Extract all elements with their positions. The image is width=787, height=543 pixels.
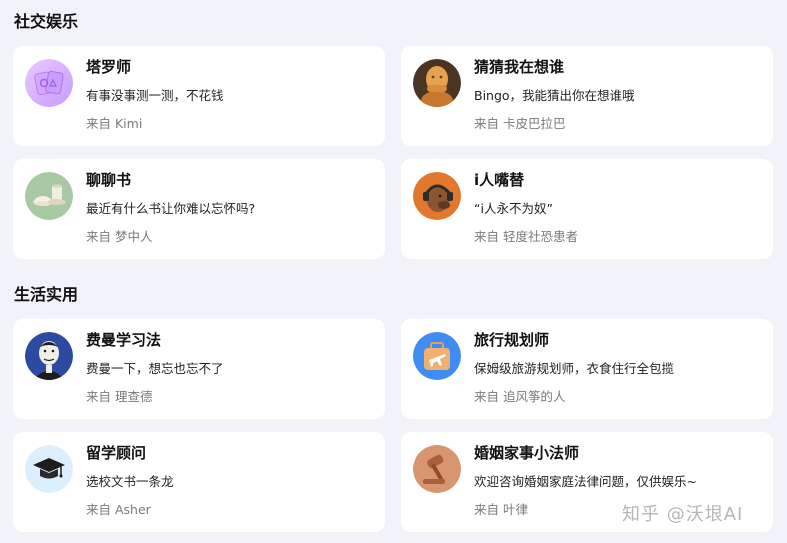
section-title-social: 社交娱乐 (14, 12, 79, 31)
card-title: 塔罗师 (86, 58, 132, 76)
card-author: 来自 追风筝的人 (474, 389, 566, 404)
tarot-cards-icon (25, 59, 73, 107)
graduation-cap-icon (25, 445, 73, 493)
assistant-gallery: 社交娱乐 塔罗师 有事没事测一测，不花钱 来自 Kimi 猜猜我在想谁 Bing… (0, 0, 787, 543)
card-tarot[interactable]: 塔罗师 有事没事测一测，不花钱 来自 Kimi (13, 46, 385, 146)
card-book-chat[interactable]: 聊聊书 最近有什么书让你难以忘怀吗? 来自 梦中人 (13, 159, 385, 259)
card-travel-planner[interactable]: 旅行规划师 保姆级旅游规划师，衣食住行全包揽 来自 追风筝的人 (401, 319, 773, 419)
card-author: 来自 叶律 (474, 502, 528, 517)
card-description: 费曼一下，想忘也忘不了 (86, 361, 224, 376)
card-author: 来自 理查德 (86, 389, 153, 404)
card-description: 有事没事测一测，不花钱 (86, 88, 224, 103)
card-study-abroad[interactable]: 留学顾问 选校文书一条龙 来自 Asher (13, 432, 385, 532)
card-title: 猜猜我在想谁 (474, 58, 565, 76)
feynman-portrait-icon (25, 332, 73, 380)
thinking-figure-icon (413, 59, 461, 107)
book-cup-icon (25, 172, 73, 220)
card-description: 保姆级旅游规划师，衣食住行全包揽 (474, 361, 675, 376)
card-i-person[interactable]: i人嘴替 “i人永不为奴” 来自 轻度社恐患者 (401, 159, 773, 259)
card-description: 欢迎咨询婚姻家庭法律问题，仅供娱乐~ (474, 474, 697, 489)
card-description: Bingo，我能猜出你在想谁哦 (474, 88, 635, 103)
card-description: 最近有什么书让你难以忘怀吗? (86, 201, 256, 216)
card-title: 留学顾问 (86, 444, 147, 462)
card-title: 婚姻家事小法师 (474, 444, 580, 462)
card-author: 来自 卡皮巴拉巴 (474, 116, 566, 131)
card-title: 旅行规划师 (474, 331, 550, 349)
card-description: “i人永不为奴” (474, 201, 553, 216)
card-title: i人嘴替 (474, 171, 525, 189)
card-feynman[interactable]: 费曼学习法 费曼一下，想忘也忘不了 来自 理查德 (13, 319, 385, 419)
card-description: 选校文书一条龙 (86, 474, 174, 489)
watermark-text: 知乎 @沃垠AI (622, 504, 744, 525)
dog-headphones-icon (413, 172, 461, 220)
card-author: 来自 梦中人 (86, 229, 153, 244)
suitcase-plane-icon (413, 332, 461, 380)
card-guess-who[interactable]: 猜猜我在想谁 Bingo，我能猜出你在想谁哦 来自 卡皮巴拉巴 (401, 46, 773, 146)
card-author: 来自 Asher (86, 502, 151, 517)
section-title-life: 生活实用 (14, 285, 79, 304)
gavel-icon (413, 445, 461, 493)
card-title: 费曼学习法 (86, 331, 162, 349)
card-title: 聊聊书 (86, 171, 132, 189)
card-author: 来自 轻度社恐患者 (474, 229, 578, 244)
card-author: 来自 Kimi (86, 116, 143, 131)
